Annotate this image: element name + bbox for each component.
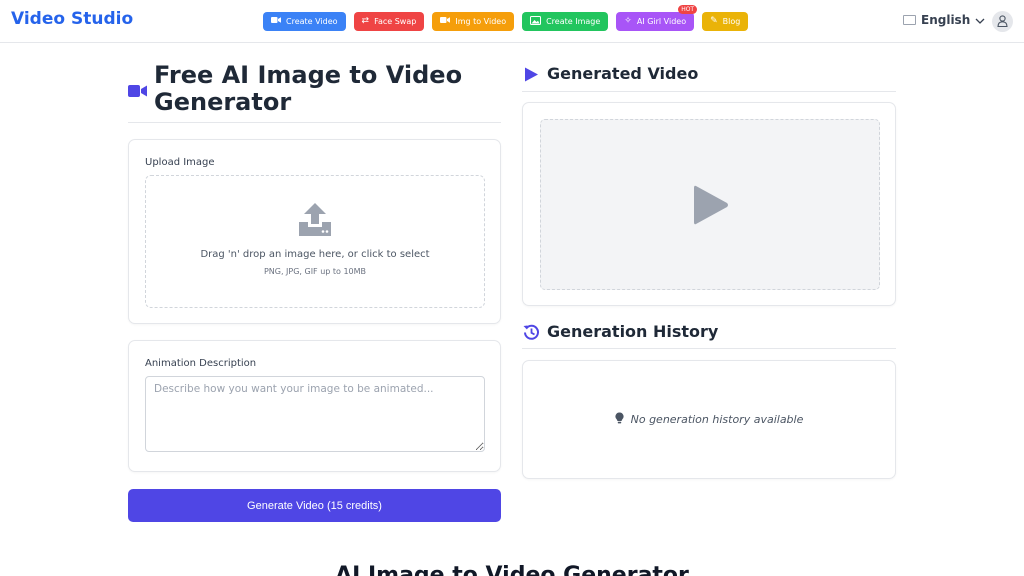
hot-badge: HOT <box>678 5 698 14</box>
swap-arrows-icon: ⇄ <box>361 16 370 26</box>
nav-blog-label: Blog <box>722 17 741 26</box>
description-card: Animation Description <box>128 340 501 472</box>
animation-description-input[interactable] <box>145 376 485 452</box>
nav-ai-girl-video-label: AI Girl Video <box>636 17 687 26</box>
history-empty-state: No generation history available <box>523 412 895 427</box>
animation-description-label: Animation Description <box>145 358 257 369</box>
nav-create-video-button[interactable]: Create Video <box>263 12 346 31</box>
generate-video-button[interactable]: Generate Video (15 credits) <box>128 489 501 522</box>
user-icon <box>997 12 1008 31</box>
dropzone-file-hint: PNG, JPG, GIF up to 10MB <box>263 267 367 276</box>
nav-create-image-button[interactable]: Create Image <box>522 12 609 31</box>
generated-video-header: Generated Video <box>522 64 896 92</box>
generation-history-title: Generation History <box>547 322 719 341</box>
lightbulb-icon <box>615 412 624 427</box>
nav-face-swap-label: Face Swap <box>374 17 417 26</box>
video-camera-icon <box>440 16 451 27</box>
nav-img-to-video-button[interactable]: Img to Video <box>432 12 515 31</box>
section-heading: AI Image to Video Generator <box>335 563 689 576</box>
upload-image-label: Upload Image <box>145 157 215 168</box>
history-empty-text: No generation history available <box>630 413 804 426</box>
main-nav: Create Video ⇄ Face Swap Img to Video Cr… <box>263 5 749 31</box>
history-icon <box>523 324 540 345</box>
image-icon <box>530 15 542 28</box>
dropzone-instructions: Drag 'n' drop an image here, or click to… <box>200 249 430 260</box>
page-title: Free AI Image to Video Generator <box>154 61 463 116</box>
play-icon <box>524 67 538 86</box>
video-camera-icon <box>128 83 147 102</box>
nav-face-swap-button[interactable]: ⇄ Face Swap <box>353 12 425 31</box>
play-icon <box>693 184 729 230</box>
page-title-section: Free AI Image to Video Generator <box>128 62 501 123</box>
chevron-down-icon <box>975 13 985 27</box>
nav-create-video-label: Create Video <box>286 17 338 26</box>
nav-create-image-label: Create Image <box>546 17 601 26</box>
top-header: Video Studio Create Video ⇄ Face Swap Im… <box>0 0 1024 43</box>
user-avatar-button[interactable] <box>992 11 1013 32</box>
generation-history-header: Generation History <box>522 322 896 349</box>
generation-history-card: No generation history available <box>522 360 896 479</box>
upload-card: Upload Image Drag 'n' drop an image here… <box>128 139 501 324</box>
language-label: English <box>921 13 971 27</box>
nav-blog-button[interactable]: ✎ Blog <box>702 12 749 31</box>
nav-img-to-video-label: Img to Video <box>455 17 507 26</box>
video-preview[interactable] <box>540 119 880 290</box>
video-preview-card <box>522 102 896 306</box>
upload-icon <box>299 203 331 240</box>
blog-icon: ✎ <box>710 16 718 26</box>
brand-logo[interactable]: Video Studio <box>11 9 133 29</box>
video-camera-icon <box>271 16 281 27</box>
sparkle-wand-icon: ✧ <box>624 16 632 26</box>
generated-video-title: Generated Video <box>547 64 699 83</box>
nav-ai-girl-video-button[interactable]: ✧ AI Girl Video HOT <box>616 5 698 31</box>
language-selector[interactable]: English <box>903 13 985 27</box>
image-dropzone[interactable]: Drag 'n' drop an image here, or click to… <box>145 175 485 308</box>
flag-icon <box>903 15 916 25</box>
